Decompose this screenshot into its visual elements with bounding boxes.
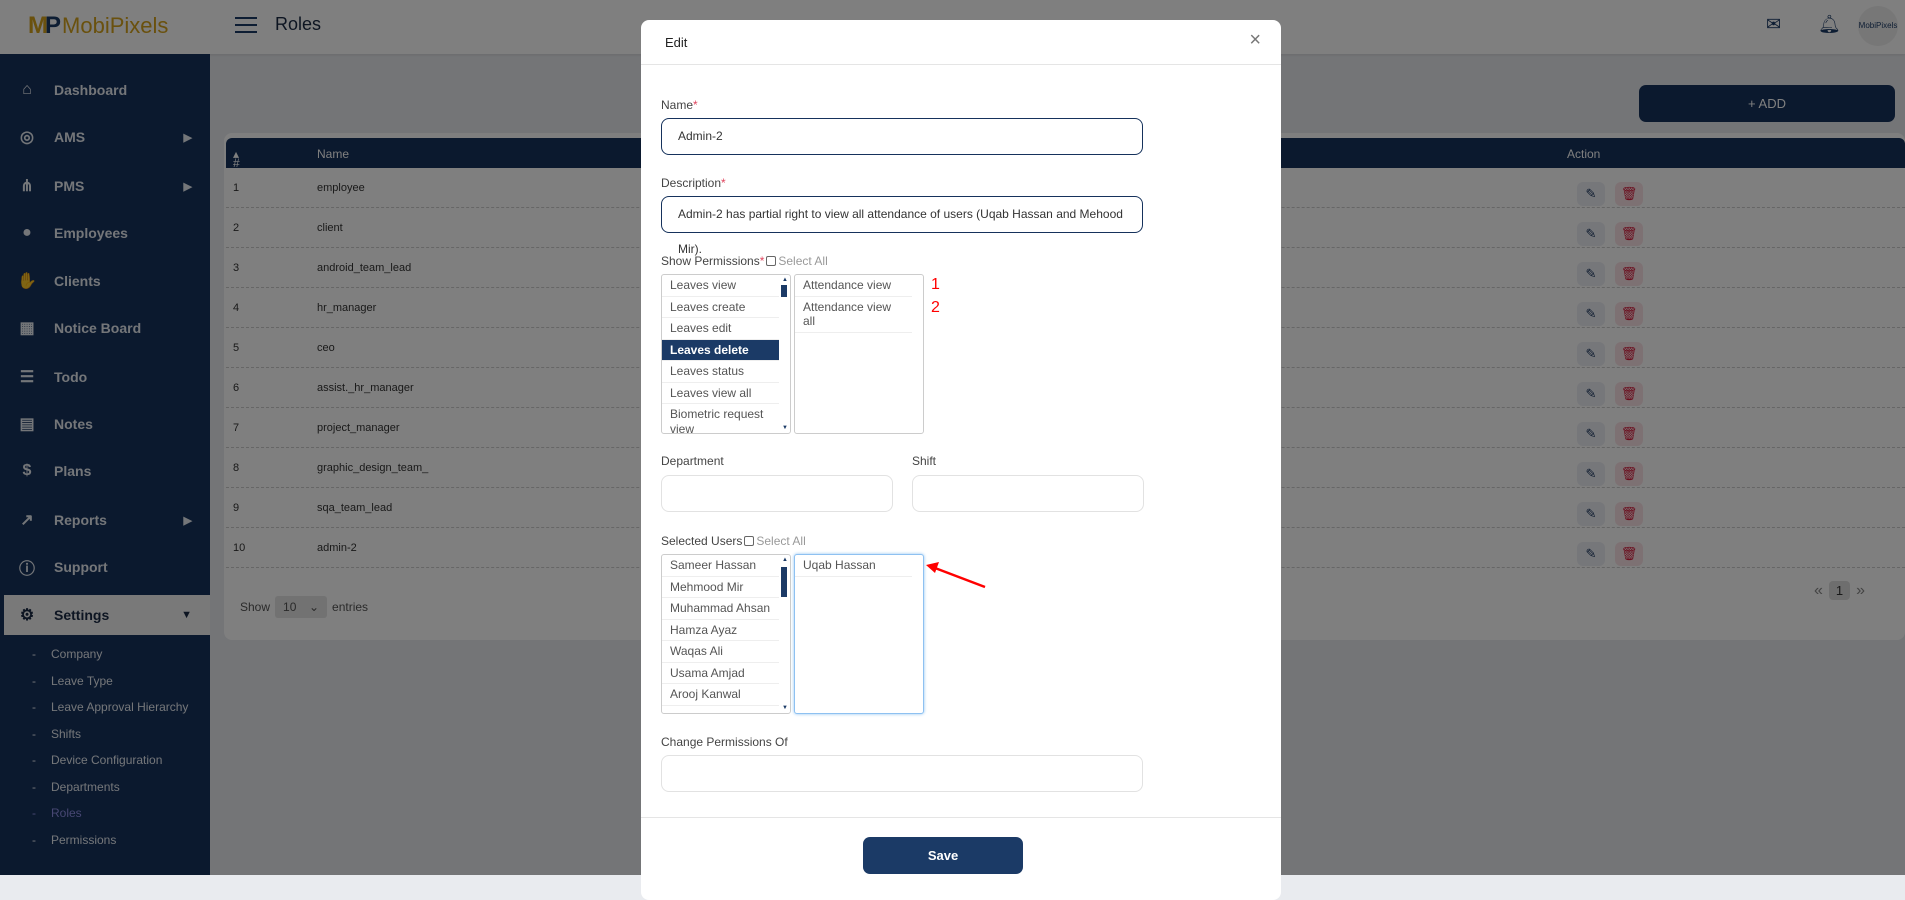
- department-select[interactable]: [661, 475, 893, 512]
- annotation-number-1: 1: [931, 276, 940, 293]
- name-label-text: Name: [661, 98, 694, 112]
- red-arrow-annotation: [926, 562, 986, 589]
- modal-footer-divider: [641, 817, 1281, 818]
- shift-label: Shift: [912, 454, 937, 468]
- department-label: Department: [661, 454, 724, 468]
- shift-select[interactable]: [912, 475, 1144, 512]
- selected-users-list[interactable]: Uqab Hassan: [794, 554, 924, 714]
- description-label: Description*: [661, 176, 726, 190]
- required-mark: *: [759, 254, 765, 268]
- list-item[interactable]: Usama Amjad: [662, 663, 779, 684]
- required-mark: *: [721, 176, 726, 190]
- scroll-up-icon[interactable]: ▲: [782, 557, 788, 563]
- list-item[interactable]: Biometric request view: [662, 404, 779, 433]
- available-permissions-list[interactable]: Leaves view Leaves create Leaves edit Leave…: [661, 274, 791, 434]
- select-all-users-checkbox[interactable]: [744, 536, 755, 546]
- users-label-text: Selected Users: [661, 534, 743, 548]
- list-item[interactable]: Attendance view: [795, 275, 912, 297]
- scroll-down-icon[interactable]: ▼: [782, 425, 788, 431]
- name-label: Name*: [661, 98, 698, 112]
- scrollbar-thumb[interactable]: [781, 567, 787, 597]
- change-permissions-label: Change Permissions Of: [661, 735, 788, 749]
- selected-permissions-list[interactable]: Attendance view Attendance view all: [794, 274, 924, 434]
- description-label-text: Description: [661, 176, 722, 190]
- select-all-label: Select All: [756, 534, 806, 548]
- change-permissions-select[interactable]: [661, 755, 1143, 792]
- list-item[interactable]: Leaves view: [662, 275, 779, 297]
- permissions-label: Show Permissions* Select All: [661, 254, 828, 268]
- close-icon[interactable]: ×: [1249, 29, 1261, 52]
- list-item[interactable]: Leaves create: [662, 297, 779, 318]
- required-mark: *: [693, 98, 698, 112]
- list-item[interactable]: Uqab Hassan: [795, 555, 912, 577]
- modal-header: Edit ×: [641, 20, 1281, 65]
- list-item[interactable]: Arooj Kanwal: [662, 684, 779, 706]
- list-item[interactable]: Muhammad Ahsan: [662, 598, 779, 620]
- edit-modal: Edit × Name* Admin-2 Description* Admin-…: [641, 20, 1281, 900]
- save-button[interactable]: Save: [863, 837, 1023, 874]
- list-item[interactable]: Attendance view all: [795, 297, 912, 333]
- list-item[interactable]: Leaves view all: [662, 383, 779, 404]
- list-item[interactable]: Leaves edit: [662, 318, 779, 340]
- modal-title: Edit: [665, 35, 688, 50]
- scrollbar-thumb[interactable]: [781, 285, 787, 297]
- list-item[interactable]: Leaves status: [662, 361, 779, 383]
- users-label: Selected Users Select All: [661, 534, 806, 548]
- permissions-label-text: Show Permissions: [661, 254, 760, 268]
- list-item[interactable]: Hamza Ayaz: [662, 620, 779, 641]
- scroll-up-icon[interactable]: ▲: [782, 277, 788, 283]
- list-item[interactable]: Sameer Hassan: [662, 555, 779, 577]
- select-all-permissions-checkbox[interactable]: [766, 256, 777, 266]
- select-all-label: Select All: [778, 254, 828, 268]
- name-input[interactable]: Admin-2: [661, 118, 1143, 155]
- available-users-list[interactable]: Sameer Hassan Mehmood Mir Muhammad Ahsan Ha…: [661, 554, 791, 714]
- list-item[interactable]: Waqas Ali: [662, 641, 779, 663]
- list-item[interactable]: Mehmood Mir: [662, 577, 779, 598]
- annotation-number-2: 2: [931, 299, 940, 316]
- scroll-down-icon[interactable]: ▼: [782, 705, 788, 711]
- description-input[interactable]: Admin-2 has partial right to view all at…: [661, 196, 1143, 256]
- list-item[interactable]: Leaves delete: [662, 339, 779, 361]
